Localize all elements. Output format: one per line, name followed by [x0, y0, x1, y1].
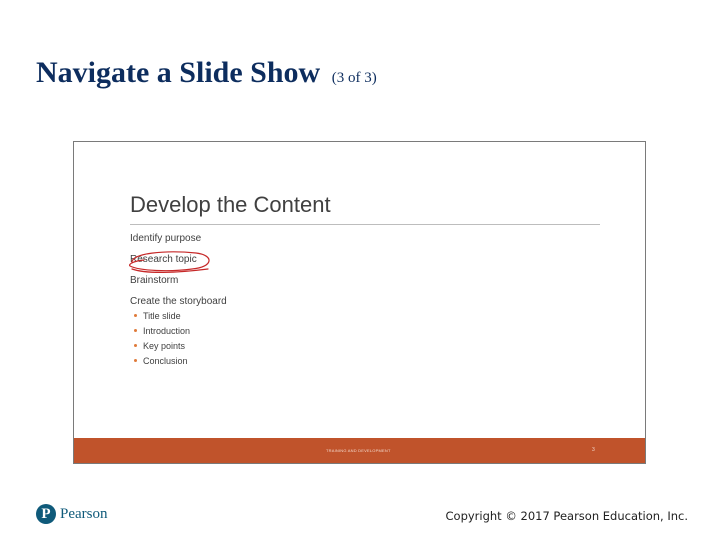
ink-annotation-circle	[129, 251, 210, 273]
page-title-text: Navigate a Slide Show	[36, 56, 321, 89]
bullet-dot-icon	[134, 344, 137, 348]
page-title: Navigate a Slide Show (3 of 3)	[36, 58, 377, 88]
sub-bullet-key-points: Key points	[134, 342, 185, 351]
bullet-brainstorm: Brainstorm	[130, 275, 179, 286]
bullet-dot-icon	[134, 314, 137, 318]
bullet-dot-icon	[134, 329, 137, 333]
slide-title-rule	[130, 224, 600, 225]
pearson-p-glyph: P	[41, 506, 51, 522]
slide-title: Develop the Content	[130, 192, 331, 217]
bullet-dot-icon	[134, 359, 137, 363]
pearson-p-icon: P	[36, 504, 56, 524]
pearson-logo-text: Pearson	[60, 505, 108, 522]
sub-bullet-label: Introduction	[143, 326, 191, 336]
sub-bullet-introduction: Introduction	[134, 327, 190, 336]
pearson-logo: P Pearson	[36, 502, 108, 526]
sub-bullet-label: Key points	[143, 341, 186, 351]
sub-bullet-title-slide: Title slide	[134, 312, 181, 321]
page-title-suffix: (3 of 3)	[331, 70, 377, 86]
sub-bullet-label: Title slide	[143, 311, 181, 321]
bullet-identify-purpose: Identify purpose	[130, 233, 202, 244]
slide-number: 3	[592, 447, 595, 453]
slide-footer-text: TRAINING AND DEVELOPMENT	[326, 448, 391, 453]
sub-bullet-label: Conclusion	[143, 356, 188, 366]
copyright-notice: Copyright © 2017 Pearson Education, Inc.	[445, 509, 689, 523]
bullet-create-storyboard: Create the storyboard	[130, 296, 227, 307]
sub-bullet-conclusion: Conclusion	[134, 357, 188, 366]
slide-footer-bar: TRAINING AND DEVELOPMENT 3	[74, 438, 645, 463]
slide-page: Navigate a Slide Show (3 of 3) Develop t…	[0, 0, 720, 540]
slide-screenshot: Develop the Content Identify purpose Res…	[73, 141, 646, 464]
